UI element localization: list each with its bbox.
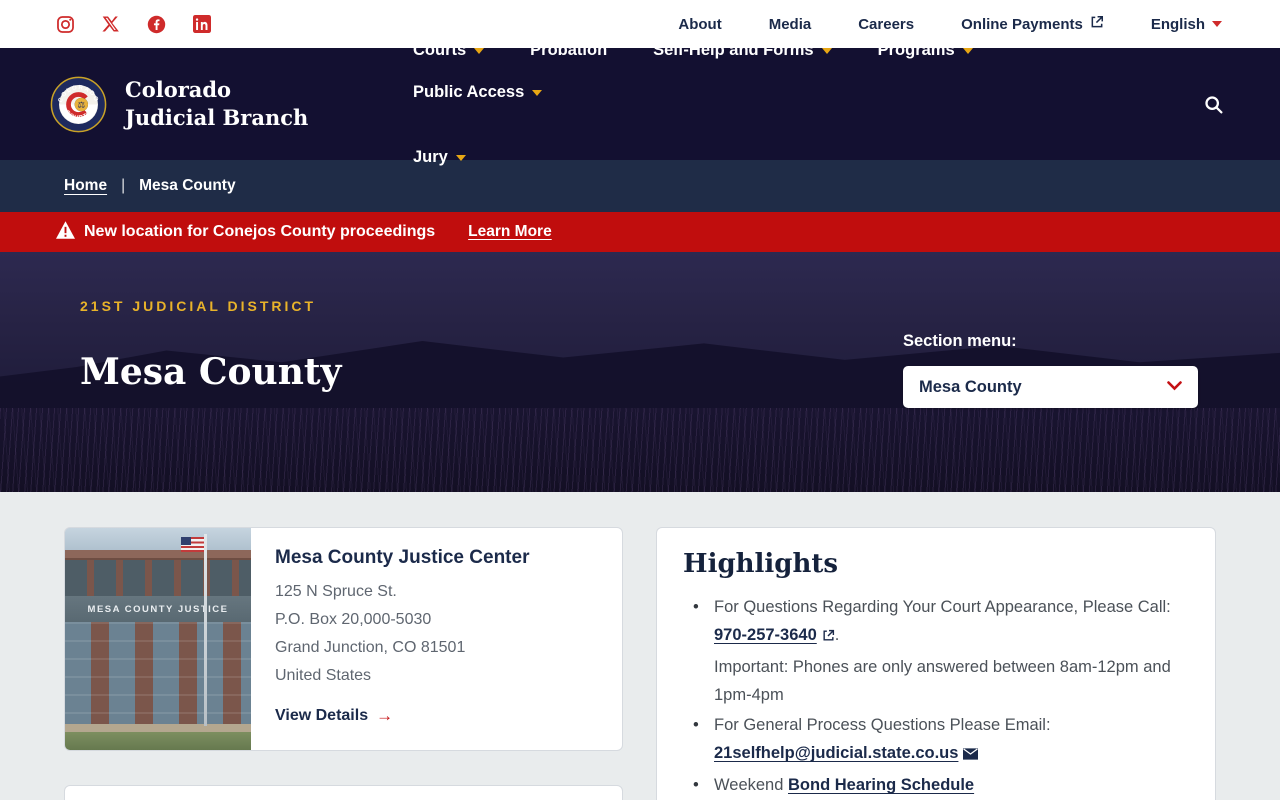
page-title: Mesa County [80, 351, 342, 393]
external-link-icon [822, 623, 835, 651]
utility-links: About Media Careers Online Payments Engl… [678, 15, 1222, 33]
highlight-note: Important: Phones are only answered betw… [714, 658, 1171, 704]
search-icon[interactable] [1203, 94, 1224, 115]
flag-pole-art [204, 534, 207, 726]
view-details-link[interactable]: View Details → [275, 706, 529, 726]
district-eyebrow: 21ST JUDICIAL DISTRICT [80, 298, 317, 314]
arrow-right-icon: → [376, 706, 394, 725]
location-title: Mesa County Justice Center [275, 547, 530, 568]
facebook-icon[interactable] [147, 15, 166, 34]
highlight-item: For General Process Questions Please Ema… [683, 711, 1189, 769]
social-links [56, 15, 211, 34]
alert-banner: New location for Conejos County proceedi… [0, 212, 1280, 252]
highlights-list: For Questions Regarding Your Court Appea… [683, 593, 1189, 800]
nav-item-jury[interactable]: Jury [413, 148, 466, 167]
breadcrumb: Home | Mesa County [0, 160, 1280, 212]
breadcrumb-current: Mesa County [139, 177, 236, 194]
envelope-icon [963, 741, 979, 769]
section-menu-dropdown[interactable]: Mesa County [903, 366, 1198, 408]
media-link[interactable]: Media [769, 16, 812, 33]
us-flag-art [181, 537, 204, 552]
nav-item-probation[interactable]: Probation [530, 41, 607, 60]
breadcrumb-home-link[interactable]: Home [64, 177, 107, 195]
location-card: MESA COUNTY JUSTICE Mesa County Justice … [64, 527, 623, 751]
address-line: P.O. Box 20,000-5030 [275, 611, 432, 628]
site-title[interactable]: Colorado Judicial Branch [125, 76, 325, 133]
courthouse-photo: MESA COUNTY JUSTICE [65, 528, 251, 750]
page-content: MESA COUNTY JUSTICE Mesa County Justice … [0, 492, 1280, 800]
alert-message: New location for Conejos County proceedi… [84, 223, 436, 240]
caret-down-icon [532, 89, 543, 96]
colorado-courts-logo[interactable]: ⚖ COLORADO COURTS [50, 76, 107, 133]
bond-hearing-link[interactable]: Bond Hearing Schedule [788, 776, 974, 794]
caret-down-icon [821, 47, 832, 54]
svg-text:⚖: ⚖ [78, 99, 86, 109]
language-selector[interactable]: English [1151, 16, 1222, 33]
address-line: Grand Junction, CO 81501 [275, 639, 466, 656]
instagram-icon[interactable] [56, 15, 75, 34]
email-link[interactable]: 21selfhelp@judicial.state.co.us [714, 744, 958, 762]
nav-menu: Courts Probation Self-Help and Forms Pro… [413, 41, 1113, 167]
nav-item-programs[interactable]: Programs [878, 41, 973, 60]
nav-item-public-access[interactable]: Public Access [413, 83, 543, 102]
linkedin-icon[interactable] [193, 15, 211, 33]
highlight-item: Weekend Bond Hearing Schedule [683, 771, 1189, 799]
caret-down-icon [474, 47, 485, 54]
breadcrumb-separator: | [121, 177, 126, 194]
courthouse-sign-text: MESA COUNTY JUSTICE [87, 603, 229, 615]
location-address: 125 N Spruce St. P.O. Box 20,000-5030 Gr… [275, 578, 529, 690]
address-line: United States [275, 667, 372, 684]
highlights-card: Highlights For Questions Regarding Your … [656, 527, 1216, 800]
caret-down-icon [962, 47, 973, 54]
careers-link[interactable]: Careers [858, 16, 914, 33]
highlight-item: For Questions Regarding Your Court Appea… [683, 593, 1189, 709]
section-menu-value: Mesa County [919, 377, 1022, 396]
section-menu-label: Section menu: [903, 332, 1017, 350]
caret-down-icon [455, 154, 466, 161]
hero-field-art [0, 408, 1280, 492]
phone-link[interactable]: 970-257-3640 [714, 626, 817, 644]
hero-banner: 21ST JUDICIAL DISTRICT Mesa County Secti… [0, 252, 1280, 492]
chevron-down-icon [1167, 378, 1182, 396]
x-twitter-icon[interactable] [102, 15, 120, 33]
warning-icon [56, 220, 75, 244]
address-line: 125 N Spruce St. [275, 583, 397, 600]
next-location-card-stub [64, 785, 623, 800]
nav-item-self-help[interactable]: Self-Help and Forms [653, 41, 832, 60]
nav-item-courts[interactable]: Courts [413, 41, 485, 60]
main-navigation: ⚖ COLORADO COURTS Colorado Judicial Bran… [0, 41, 1280, 166]
online-payments-link[interactable]: Online Payments [961, 15, 1104, 33]
about-link[interactable]: About [678, 16, 721, 33]
caret-down-icon [1212, 21, 1222, 27]
external-link-icon [1090, 15, 1104, 33]
highlights-title: Highlights [683, 549, 839, 579]
alert-learn-more-link[interactable]: Learn More [468, 223, 552, 241]
section-menu: Section menu: Mesa County [903, 332, 1198, 408]
